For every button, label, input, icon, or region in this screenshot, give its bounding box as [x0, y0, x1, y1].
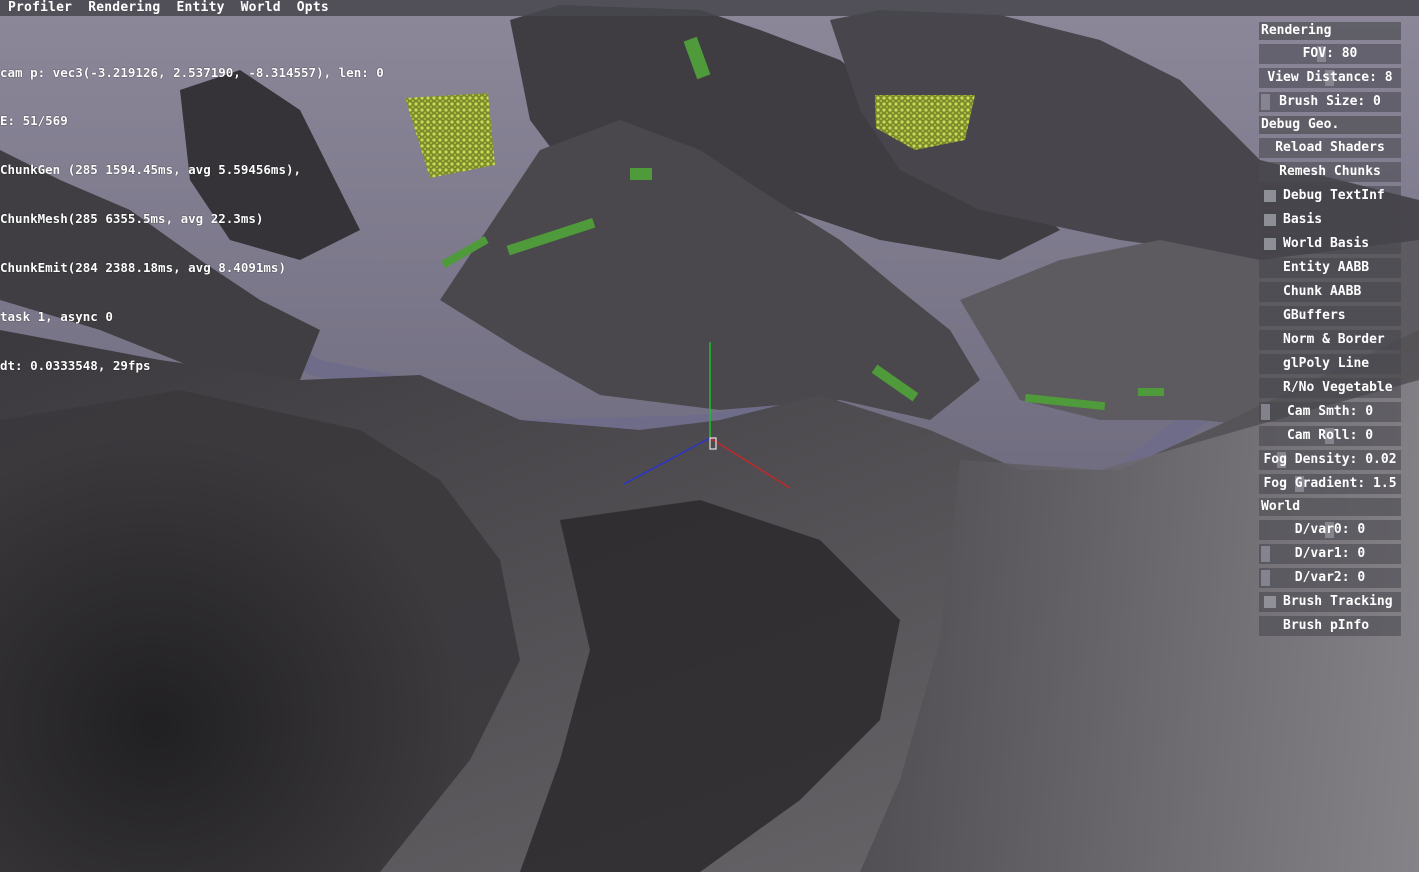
brush-pinfo-label: Brush pInfo: [1283, 618, 1370, 633]
entity-aabb-label: Entity AABB: [1283, 260, 1370, 275]
checkbox-box[interactable]: [1264, 214, 1276, 226]
norm-border-checkbox[interactable]: Norm & Border: [1259, 330, 1401, 350]
cam-roll-slider[interactable]: Cam Roll: 0: [1259, 426, 1401, 446]
rno-vegetable-label: R/No Vegetable: [1283, 380, 1393, 395]
debug-hud: cam p: vec3(-3.219126, 2.537190, -8.3145…: [0, 32, 384, 391]
dvar1-label: D/var1: 0: [1294, 546, 1366, 561]
dvar2-slider[interactable]: D/var2: 0: [1259, 568, 1401, 588]
fog-gradient-label: Fog Gradient: 1.5: [1263, 476, 1397, 491]
glpoly-line-label: glPoly Line: [1283, 356, 1370, 371]
hud-frame-time: dt: 0.0333548, 29fps: [0, 357, 151, 373]
world-basis-checkbox[interactable]: World Basis: [1259, 234, 1401, 254]
slider-grab[interactable]: [1261, 94, 1270, 110]
checkbox-box[interactable]: [1264, 596, 1276, 608]
reload-shaders-button[interactable]: Reload Shaders: [1259, 138, 1401, 158]
dvar2-label: D/var2: 0: [1294, 570, 1366, 585]
slider-grab[interactable]: [1261, 546, 1270, 562]
brush-pinfo-checkbox[interactable]: Brush pInfo: [1259, 616, 1401, 636]
menu-rendering[interactable]: Rendering: [80, 0, 168, 16]
slider-grab[interactable]: [1261, 404, 1270, 420]
checkbox-box[interactable]: [1264, 238, 1276, 250]
menu-entity[interactable]: Entity: [168, 0, 232, 16]
menu-bar: Profiler Rendering Entity World Opts: [0, 0, 1419, 16]
brush-tracking-checkbox[interactable]: Brush Tracking: [1259, 592, 1401, 612]
brush-size-label: Brush Size: 0: [1279, 94, 1381, 109]
settings-panel: Rendering FOV: 80 View Distance: 8 Brush…: [1259, 22, 1403, 640]
remesh-chunks-label: Remesh Chunks: [1279, 164, 1381, 179]
debug-textinf-label: Debug TextInf: [1283, 188, 1385, 203]
fov-slider[interactable]: FOV: 80: [1259, 44, 1401, 64]
foliage-strip: [630, 168, 652, 180]
slider-grab[interactable]: [1261, 570, 1270, 586]
menu-opts[interactable]: Opts: [289, 0, 337, 16]
dvar1-slider[interactable]: D/var1: 0: [1259, 544, 1401, 564]
basis-checkbox[interactable]: Basis: [1259, 210, 1401, 230]
chunk-aabb-checkbox[interactable]: Chunk AABB: [1259, 282, 1401, 302]
debug-textinf-checkbox[interactable]: Debug TextInf: [1259, 186, 1401, 206]
debug-geo-header[interactable]: Debug Geo.: [1259, 116, 1401, 134]
foliage-strip: [1138, 388, 1164, 396]
norm-border-label: Norm & Border: [1283, 332, 1385, 347]
reload-shaders-label: Reload Shaders: [1275, 140, 1385, 155]
view-distance-label: View Distance: 8: [1267, 70, 1393, 85]
fog-gradient-slider[interactable]: Fog Gradient: 1.5: [1259, 474, 1401, 494]
world-header[interactable]: World: [1259, 498, 1401, 516]
checkbox-box[interactable]: [1264, 190, 1276, 202]
cam-roll-label: Cam Roll: 0: [1286, 428, 1374, 443]
rendering-header[interactable]: Rendering: [1259, 22, 1401, 40]
remesh-chunks-button[interactable]: Remesh Chunks: [1259, 162, 1401, 182]
entity-aabb-checkbox[interactable]: Entity AABB: [1259, 258, 1401, 278]
cam-smth-slider[interactable]: Cam Smth: 0: [1259, 402, 1401, 422]
dvar0-label: D/var0: 0: [1294, 522, 1366, 537]
gbuffers-checkbox[interactable]: GBuffers: [1259, 306, 1401, 326]
world-basis-label: World Basis: [1283, 236, 1370, 251]
view-distance-slider[interactable]: View Distance: 8: [1259, 68, 1401, 88]
hud-task: task 1, async 0: [0, 309, 113, 325]
hud-chunk-emit: ChunkEmit(284 2388.18ms, avg 8.4091ms): [0, 260, 286, 276]
fog-density-slider[interactable]: Fog Density: 0.02: [1259, 450, 1401, 470]
chunk-aabb-label: Chunk AABB: [1283, 284, 1362, 299]
brush-size-slider[interactable]: Brush Size: 0: [1259, 92, 1401, 112]
brush-tracking-label: Brush Tracking: [1283, 594, 1393, 609]
fog-density-label: Fog Density: 0.02: [1263, 452, 1397, 467]
hud-entity-count: E: 51/569: [0, 113, 68, 129]
cam-smth-label: Cam Smth: 0: [1286, 404, 1374, 419]
gbuffers-label: GBuffers: [1283, 308, 1346, 323]
hud-chunk-mesh: ChunkMesh(285 6355.5ms, avg 22.3ms): [0, 211, 264, 227]
fov-label: FOV: 80: [1302, 46, 1358, 61]
basis-label: Basis: [1283, 212, 1323, 227]
hud-chunk-gen: ChunkGen (285 1594.45ms, avg 5.59456ms),: [0, 162, 302, 178]
hud-camera-position: cam p: vec3(-3.219126, 2.537190, -8.3145…: [0, 64, 384, 80]
dvar0-slider[interactable]: D/var0: 0: [1259, 520, 1401, 540]
glpoly-line-checkbox[interactable]: glPoly Line: [1259, 354, 1401, 374]
rno-vegetable-checkbox[interactable]: R/No Vegetable: [1259, 378, 1401, 398]
menu-world[interactable]: World: [233, 0, 289, 16]
menu-profiler[interactable]: Profiler: [0, 0, 80, 16]
